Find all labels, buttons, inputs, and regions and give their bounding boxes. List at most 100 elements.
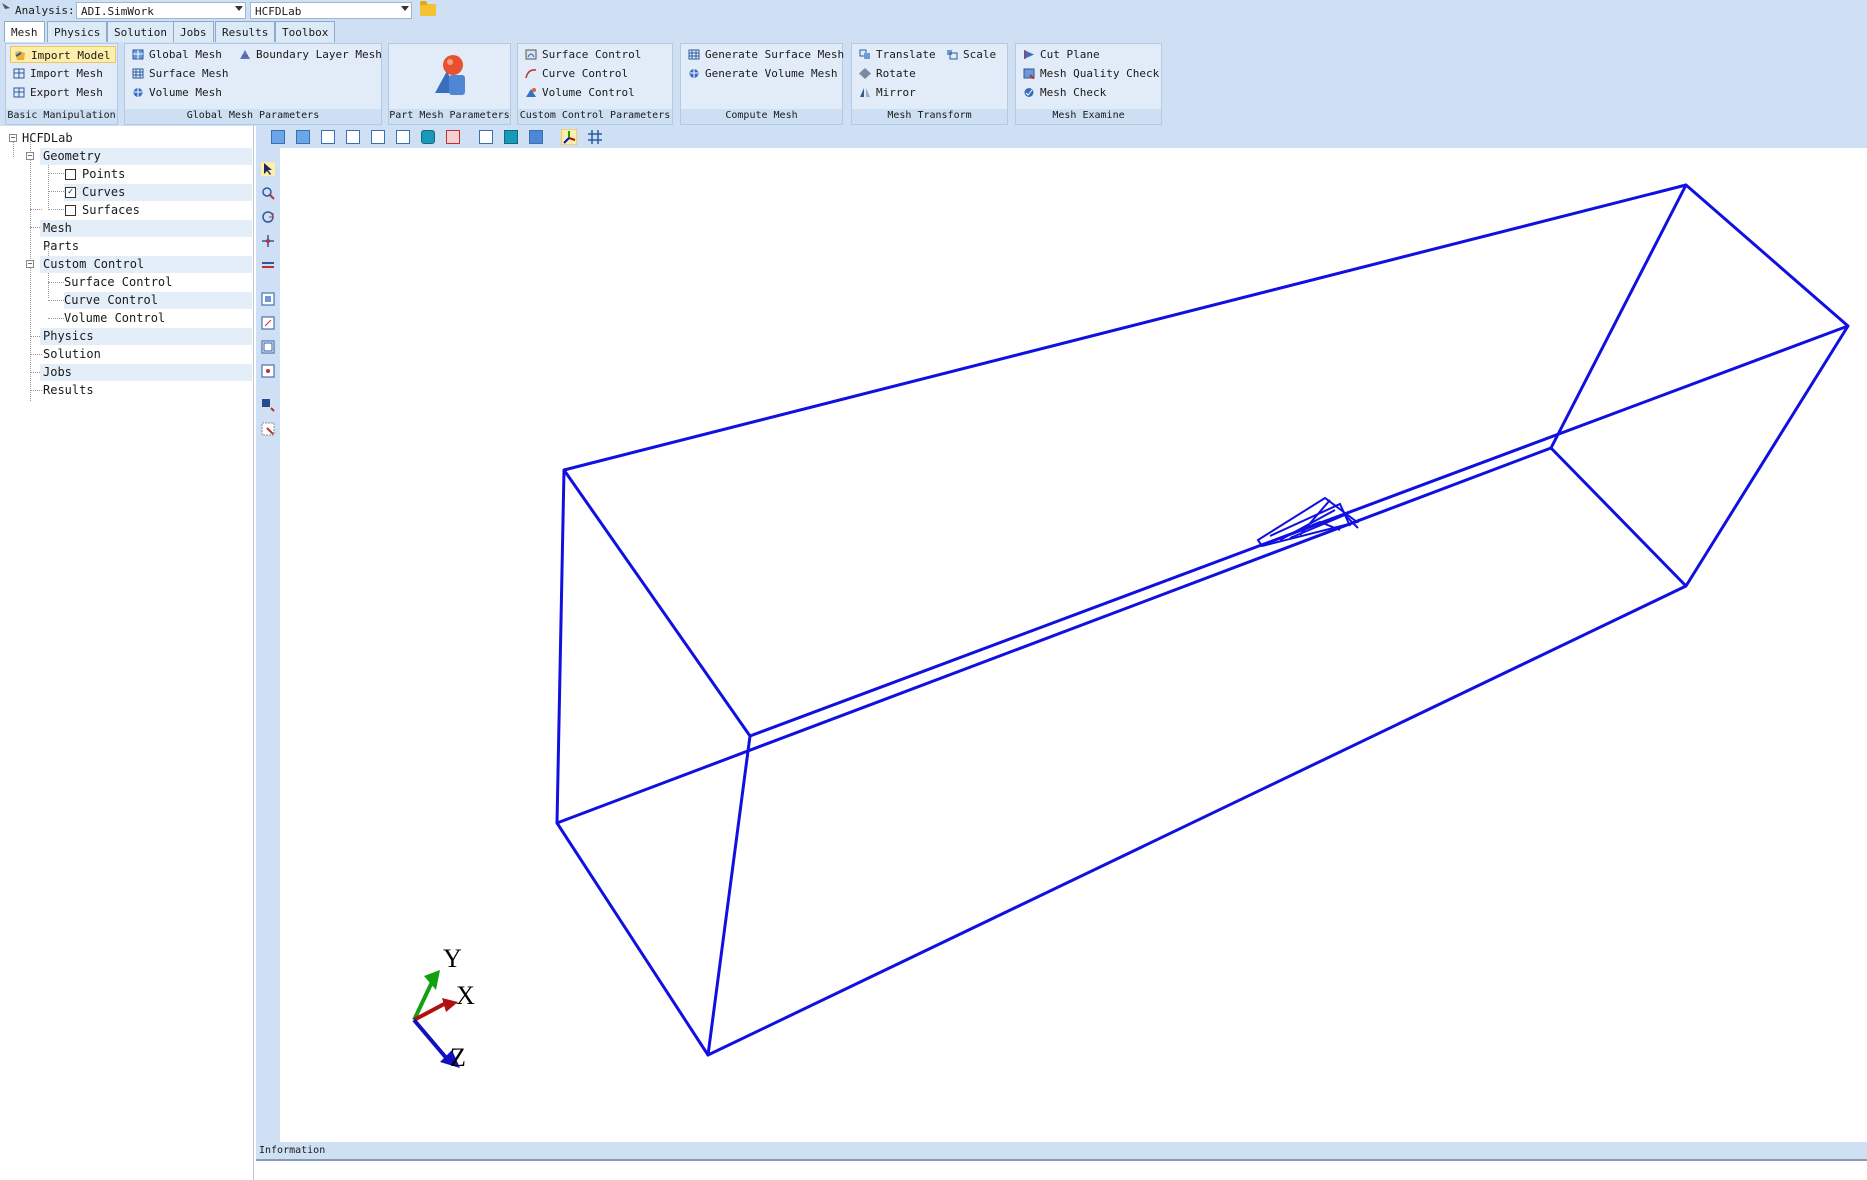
chevron-down-icon[interactable] <box>401 6 409 11</box>
box-select-icon[interactable] <box>261 398 275 412</box>
volume-mesh-button[interactable]: Volume Mesh <box>129 84 225 101</box>
export-mesh-label: Export Mesh <box>30 86 103 99</box>
tree-item-points[interactable]: Points <box>64 166 252 183</box>
tree-item-surfaces[interactable]: Surfaces <box>64 202 252 219</box>
information-log[interactable] <box>256 1159 1867 1180</box>
folder-icon[interactable] <box>420 1 436 16</box>
grid-icon[interactable] <box>588 130 602 144</box>
project-select[interactable]: HCFDLab <box>250 2 412 19</box>
view-top-icon[interactable] <box>371 130 385 144</box>
view-back-icon[interactable] <box>296 130 310 144</box>
volume-control-button[interactable]: Volume Control <box>522 84 638 101</box>
mirror-button[interactable]: Mirror <box>856 84 919 101</box>
scale-icon <box>947 50 958 60</box>
group-part-mesh-parameters: Part Mesh Parameters <box>388 43 511 125</box>
tree-item-mesh[interactable]: Mesh <box>40 220 252 237</box>
tree-item-custom-control[interactable]: Custom Control <box>40 256 252 273</box>
view-left-icon[interactable] <box>321 130 335 144</box>
curve-control-label: Curve Control <box>542 67 629 80</box>
global-mesh-button[interactable]: Global Mesh <box>129 46 225 63</box>
curve-control-button[interactable]: Curve Control <box>522 65 631 82</box>
tab-label: Mesh <box>11 26 38 39</box>
shaded-edges-icon[interactable] <box>529 130 543 144</box>
tree-item-parts[interactable]: Parts <box>40 238 252 255</box>
analysis-select[interactable]: ADI.SimWork <box>76 2 246 19</box>
view-bottom-icon[interactable] <box>396 130 410 144</box>
collapse-icon[interactable]: − <box>26 260 34 268</box>
generate-volume-mesh-button[interactable]: Generate Volume Mesh <box>685 65 840 82</box>
tree-item-jobs[interactable]: Jobs <box>40 364 252 381</box>
volume-mesh-label: Volume Mesh <box>149 86 222 99</box>
axis-label-z: Z <box>450 1043 466 1072</box>
tab-jobs[interactable]: Jobs <box>173 21 214 42</box>
tree-item-results[interactable]: Results <box>40 382 252 399</box>
view-fit-icon[interactable] <box>446 130 460 144</box>
wireframe-model[interactable]: Y X Z <box>280 148 1867 1142</box>
mesh-quality-check-button[interactable]: Mesh Quality Check <box>1020 65 1162 82</box>
app-icon <box>2 3 10 13</box>
select-body-icon[interactable] <box>261 340 275 354</box>
shaded-icon[interactable] <box>504 130 518 144</box>
import-mesh-button[interactable]: Import Mesh <box>10 65 106 82</box>
tab-mesh[interactable]: Mesh <box>4 21 45 42</box>
ribbon: Import Model Import Mesh Export Mesh Bas… <box>0 42 1867 126</box>
view-iso-icon[interactable] <box>421 130 435 144</box>
tab-solution[interactable]: Solution <box>107 21 174 42</box>
view-right-icon[interactable] <box>346 130 360 144</box>
tree-item-physics[interactable]: Physics <box>40 328 252 345</box>
rotate-view-icon[interactable] <box>261 210 275 224</box>
mesh-check-button[interactable]: Mesh Check <box>1020 84 1109 101</box>
group-mesh-examine: Cut Plane Mesh Quality Check Mesh Check … <box>1015 43 1162 125</box>
chevron-down-icon[interactable] <box>235 6 243 11</box>
tree-item-curve-control[interactable]: Curve Control <box>64 292 252 309</box>
select-vertex-icon[interactable] <box>261 364 275 378</box>
tree-item-label: Volume Control <box>64 311 166 325</box>
wireframe-icon[interactable] <box>479 130 493 144</box>
curves-checkbox[interactable]: ✓ <box>65 187 76 198</box>
view-front-icon[interactable] <box>271 130 285 144</box>
graphics-viewport[interactable]: Y X Z <box>280 148 1867 1142</box>
measure-icon[interactable] <box>261 258 275 272</box>
tree-item-volume-control[interactable]: Volume Control <box>64 310 252 327</box>
generate-surface-mesh-button[interactable]: Generate Surface Mesh <box>685 46 847 63</box>
translate-button[interactable]: Translate <box>856 46 939 63</box>
tab-physics[interactable]: Physics <box>47 21 108 42</box>
zoom-icon[interactable] <box>261 186 275 200</box>
tree-item-label: Surfaces <box>82 203 140 217</box>
export-mesh-button[interactable]: Export Mesh <box>10 84 106 101</box>
surfaces-checkbox[interactable] <box>65 205 76 216</box>
tab-toolbox[interactable]: Toolbox <box>275 21 336 42</box>
collapse-icon[interactable]: − <box>9 134 17 142</box>
tree-item-surface-control[interactable]: Surface Control <box>64 274 252 291</box>
tree-item-root[interactable]: − HCFDLab <box>0 130 252 147</box>
rotate-button[interactable]: Rotate <box>856 65 919 82</box>
boundary-layer-mesh-button[interactable]: Boundary Layer Mesh <box>236 46 385 63</box>
tree-item-geometry[interactable]: Geometry <box>40 148 252 165</box>
axis-triad: Y X Z <box>412 944 475 1072</box>
tab-results[interactable]: Results <box>215 21 276 42</box>
select-face-icon[interactable] <box>261 292 275 306</box>
tree-item-solution[interactable]: Solution <box>40 346 252 363</box>
scale-label: Scale <box>963 48 997 61</box>
scale-button[interactable]: Scale <box>943 46 999 63</box>
surface-mesh-icon <box>132 68 144 79</box>
select-pointer-icon[interactable] <box>261 162 275 176</box>
points-checkbox[interactable] <box>65 169 76 180</box>
model-tree: − HCFDLab Geometry − Points ✓ Curves Sur… <box>0 126 254 1180</box>
surface-mesh-button[interactable]: Surface Mesh <box>129 65 231 82</box>
import-model-button[interactable]: Import Model <box>10 46 116 63</box>
group-mesh-transform: Translate Scale Rotate Mirror Mesh Trans… <box>851 43 1008 125</box>
cut-plane-button[interactable]: Cut Plane <box>1020 46 1103 63</box>
surface-control-button[interactable]: Surface Control <box>522 46 644 63</box>
tree-item-curves[interactable]: ✓ Curves <box>64 184 252 201</box>
collapse-icon[interactable]: − <box>26 152 34 160</box>
import-mesh-icon <box>13 68 25 79</box>
pan-icon[interactable] <box>261 234 275 248</box>
part-mesh-icon[interactable] <box>433 53 469 97</box>
axis-triad-icon[interactable] <box>561 129 577 145</box>
select-edge-icon[interactable] <box>261 316 275 330</box>
group-title: Part Mesh Parameters <box>389 109 510 124</box>
clear-selection-icon[interactable] <box>261 422 275 436</box>
tree-item-label: Geometry <box>43 149 101 163</box>
tree-item-label: HCFDLab <box>22 131 73 145</box>
